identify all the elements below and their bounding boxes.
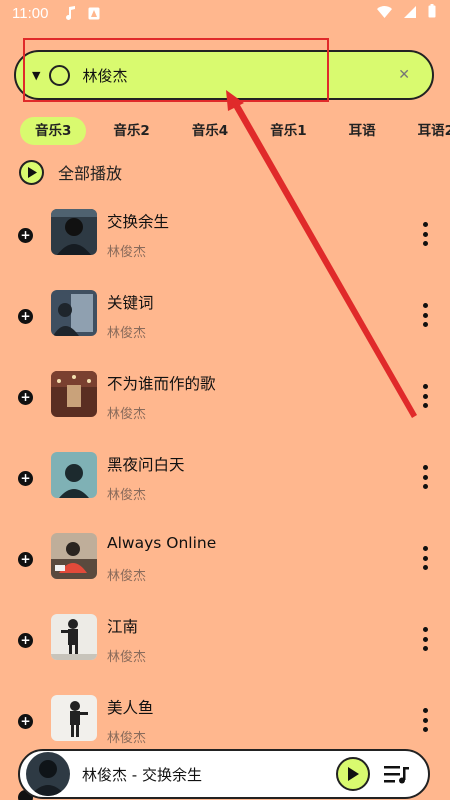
tab-music2[interactable]: 音乐2 [98, 117, 164, 145]
song-row[interactable]: + 美人鱼 林俊杰 [0, 686, 450, 756]
add-icon[interactable]: + [18, 390, 33, 405]
play-icon [348, 767, 359, 781]
song-title: 美人鱼 [107, 699, 154, 717]
song-row[interactable]: + Always Online 林俊杰 [0, 524, 450, 594]
tab-whisper2[interactable]: 耳语2 [403, 117, 450, 145]
song-row[interactable]: + 交换余生 林俊杰 [0, 200, 450, 270]
more-options-icon[interactable] [418, 546, 432, 570]
search-bar[interactable]: ▼ 林俊杰 ✕ [14, 50, 434, 100]
album-cover [51, 695, 97, 741]
play-all-label: 全部播放 [58, 164, 123, 183]
add-icon[interactable]: + [18, 471, 33, 486]
song-artist: 林俊杰 [107, 326, 147, 341]
song-title: 交换余生 [107, 213, 170, 231]
song-artist: 林俊杰 [107, 488, 147, 503]
add-icon[interactable]: + [18, 714, 33, 729]
album-cover [51, 371, 97, 417]
status-time: 11:00 [12, 4, 49, 22]
song-artist: 林俊杰 [107, 407, 147, 422]
now-playing-text: 林俊杰 - 交换余生 [82, 765, 202, 784]
album-cover [51, 533, 97, 579]
song-row[interactable]: + 黑夜问白天 林俊杰 [0, 443, 450, 513]
more-options-icon[interactable] [418, 465, 432, 489]
add-icon[interactable]: + [18, 633, 33, 648]
music-note-icon [66, 6, 76, 20]
song-artist: 林俊杰 [107, 569, 147, 584]
more-options-icon[interactable] [418, 384, 432, 408]
more-options-icon[interactable] [418, 627, 432, 651]
battery-icon [428, 4, 436, 22]
tab-music1[interactable]: 音乐1 [255, 117, 321, 145]
now-playing-cover [26, 752, 70, 796]
category-tabs: 音乐3 音乐2 音乐4 音乐1 耳语 耳语2 [20, 117, 450, 145]
add-icon[interactable]: + [18, 228, 33, 243]
more-options-icon[interactable] [418, 222, 432, 246]
image-icon [88, 7, 100, 20]
song-title: Always Online [107, 534, 217, 552]
play-pause-button[interactable] [336, 757, 370, 791]
song-artist: 林俊杰 [107, 731, 147, 746]
tab-music4[interactable]: 音乐4 [177, 117, 243, 145]
song-title: 黑夜问白天 [107, 456, 185, 474]
tab-whisper[interactable]: 耳语 [334, 117, 391, 145]
search-input[interactable]: 林俊杰 [82, 65, 398, 86]
album-cover [51, 209, 97, 255]
more-options-icon[interactable] [418, 303, 432, 327]
song-title: 关键词 [107, 294, 154, 312]
song-row[interactable]: + 江南 林俊杰 [0, 605, 450, 675]
add-icon[interactable]: + [18, 309, 33, 324]
mini-player[interactable]: 林俊杰 - 交换余生 [18, 749, 430, 799]
circle-icon [49, 64, 71, 86]
song-row[interactable]: + 不为谁而作的歌 林俊杰 [0, 362, 450, 432]
playlist-icon[interactable] [384, 764, 410, 784]
add-icon[interactable]: + [18, 552, 33, 567]
song-row[interactable]: + 关键词 林俊杰 [0, 281, 450, 351]
more-options-icon[interactable] [418, 708, 432, 732]
song-artist: 林俊杰 [107, 245, 147, 260]
song-title: 不为谁而作的歌 [107, 375, 216, 393]
tab-music3[interactable]: 音乐3 [20, 117, 87, 145]
album-cover [51, 290, 97, 336]
play-all-button[interactable]: 全部播放 [19, 158, 122, 186]
play-icon [19, 159, 44, 185]
triangle-down-icon[interactable]: ▼ [32, 69, 40, 82]
album-cover [51, 452, 97, 498]
close-icon[interactable]: ✕ [398, 67, 410, 83]
song-title: 江南 [107, 618, 139, 636]
song-artist: 林俊杰 [107, 650, 147, 665]
status-bar: 11:00 [0, 0, 450, 26]
signal-icon [404, 4, 416, 22]
wifi-icon [377, 4, 392, 22]
album-cover [51, 614, 97, 660]
